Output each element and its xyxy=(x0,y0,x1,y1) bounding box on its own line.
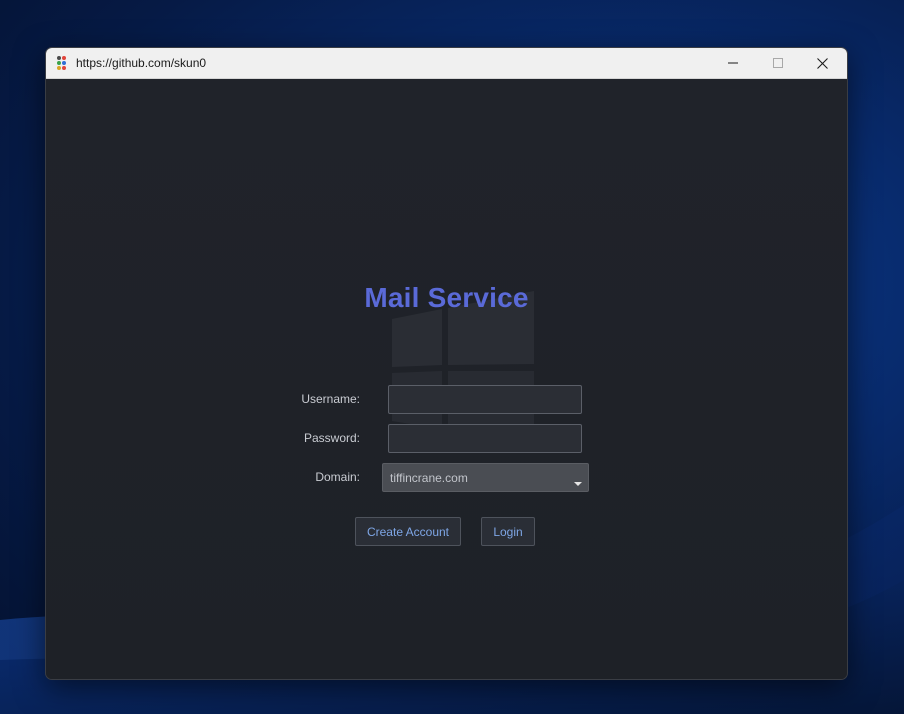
app-window: https://github.com/skun0 Mail Service Us… xyxy=(45,47,848,680)
title-bar[interactable]: https://github.com/skun0 xyxy=(46,48,847,79)
app-title: Mail Service xyxy=(364,282,529,313)
create-account-button[interactable]: Create Account xyxy=(355,517,461,546)
password-input[interactable] xyxy=(388,424,582,453)
domain-dropdown[interactable]: tiffincrane.com xyxy=(382,463,589,492)
window-content: Mail Service Username: Password: Domain:… xyxy=(46,79,847,679)
minimize-icon xyxy=(727,62,738,64)
maximize-icon xyxy=(772,58,783,68)
window-title: https://github.com/skun0 xyxy=(76,56,207,70)
maximize-button[interactable] xyxy=(755,48,800,78)
password-label: Password: xyxy=(303,431,360,445)
close-button[interactable] xyxy=(800,48,845,78)
domain-label: Domain: xyxy=(315,470,360,484)
username-label: Username: xyxy=(301,392,360,406)
close-icon xyxy=(817,57,828,69)
app-dots-icon xyxy=(57,56,66,70)
chevron-down-icon xyxy=(574,482,582,486)
minimize-button[interactable] xyxy=(710,48,755,78)
login-button[interactable]: Login xyxy=(481,517,535,546)
domain-selected-value: tiffincrane.com xyxy=(390,471,468,485)
username-input[interactable] xyxy=(388,385,582,414)
